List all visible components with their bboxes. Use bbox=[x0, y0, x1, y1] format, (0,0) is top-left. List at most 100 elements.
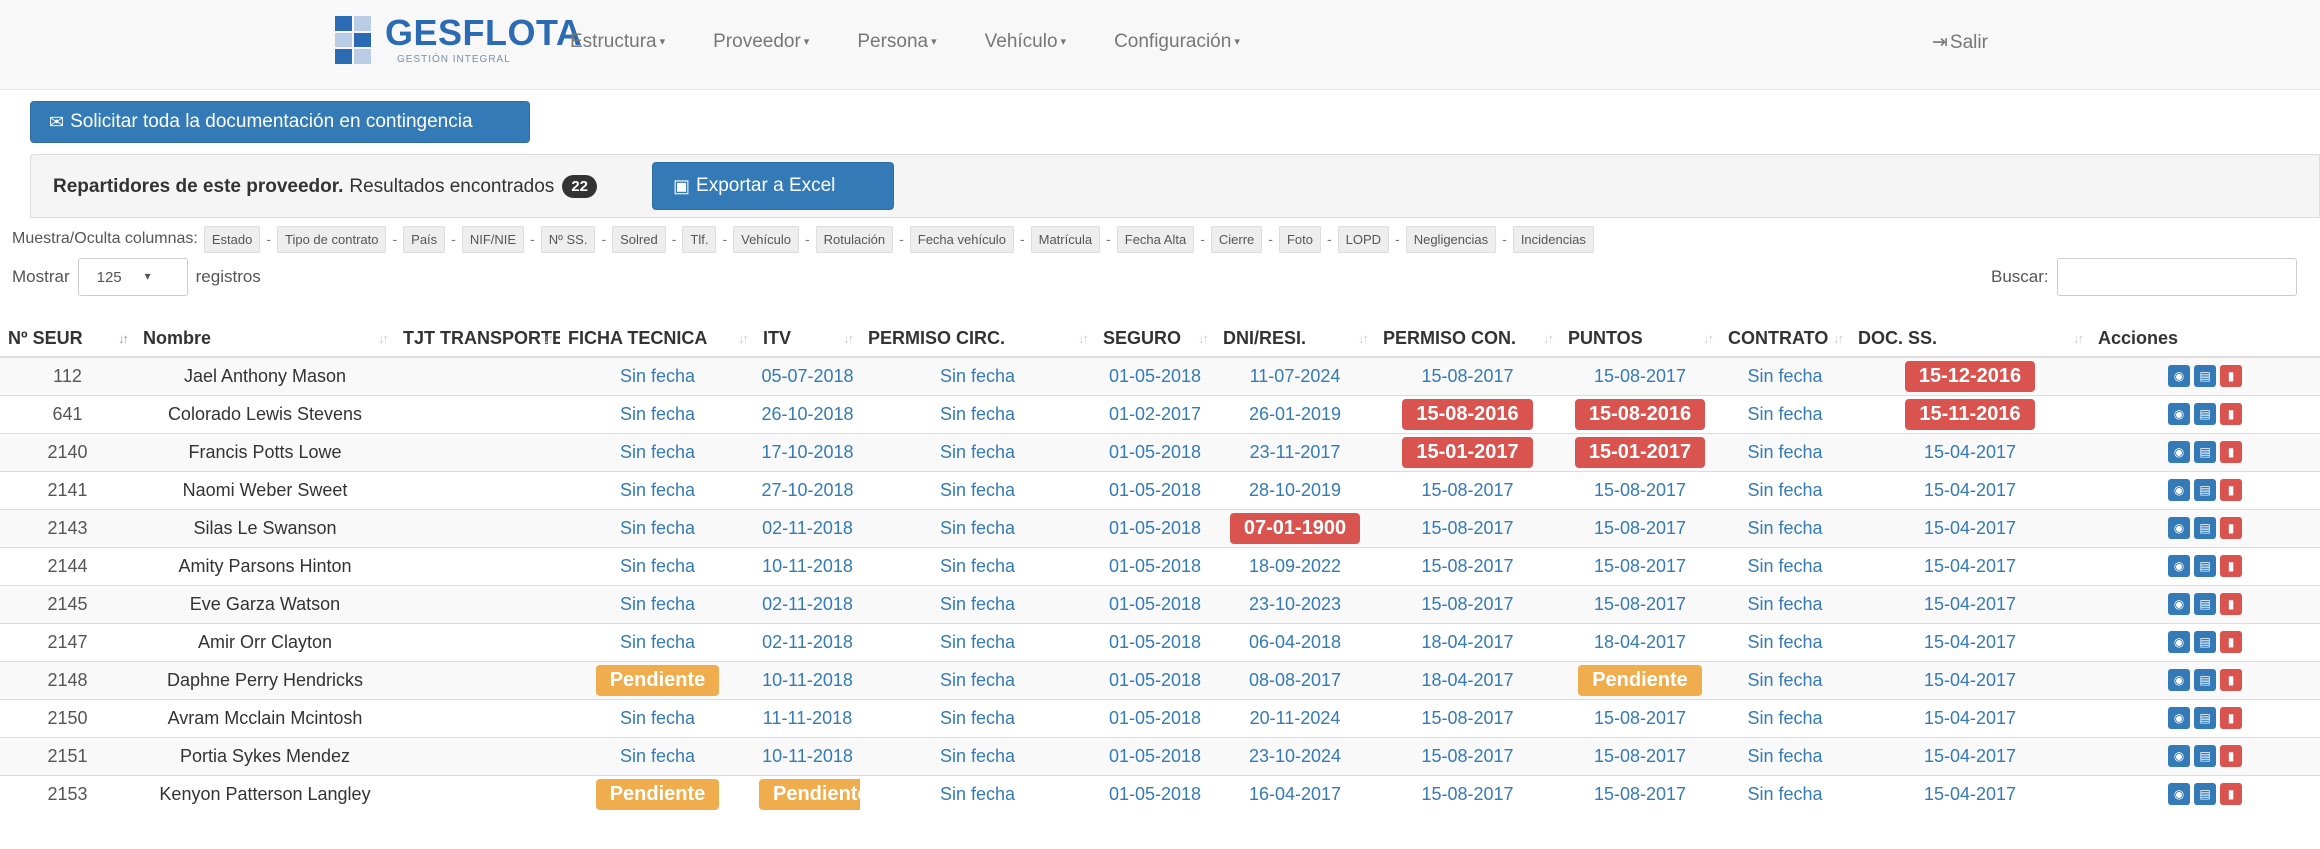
column-toggle-lopd[interactable]: LOPD bbox=[1337, 225, 1390, 253]
export-excel-button[interactable]: ▣ Exportar a Excel bbox=[652, 162, 894, 210]
document-action-button[interactable]: ▤ bbox=[2194, 707, 2216, 729]
col-header[interactable]: Acciones bbox=[2090, 321, 2320, 358]
column-toggle-tlf[interactable]: Tlf. bbox=[682, 225, 717, 253]
document-action-button[interactable]: ▤ bbox=[2194, 403, 2216, 425]
col-header-label: CONTRATO bbox=[1728, 328, 1829, 348]
document-action-button[interactable]: ▤ bbox=[2194, 441, 2216, 463]
eye-action-button[interactable]: ◉ bbox=[2168, 669, 2190, 691]
col-header[interactable]: TJT TRANSPORTES ↓↑ bbox=[395, 321, 560, 358]
table-row: 2141 Naomi Weber Sweet Sin fecha 27-10-2018… bbox=[0, 470, 2320, 509]
col-header[interactable]: ITV ↓↑ bbox=[755, 321, 860, 358]
trash-action-button[interactable]: ▮ bbox=[2220, 669, 2242, 691]
cell-tjt bbox=[395, 356, 560, 395]
document-action-button[interactable]: ▤ bbox=[2194, 783, 2216, 806]
trash-action-button[interactable]: ▮ bbox=[2220, 631, 2242, 653]
col-header[interactable]: PERMISO CON. ↓↑ bbox=[1375, 321, 1560, 358]
col-header-label: TJT TRANSPORTES bbox=[403, 328, 560, 348]
table-row: 2153 Kenyon Patterson Langley Pendiente Pen… bbox=[0, 774, 2320, 813]
gesflota-logo-icon bbox=[335, 16, 371, 64]
column-toggle-negligencias[interactable]: Negligencias bbox=[1405, 225, 1497, 253]
eye-action-button[interactable]: ◉ bbox=[2168, 707, 2190, 729]
column-toggle-matr-cula[interactable]: Matrícula bbox=[1030, 225, 1101, 253]
table-row: 2151 Portia Sykes Mendez Sin fecha 10-11-20… bbox=[0, 736, 2320, 775]
cell-tjt bbox=[395, 622, 560, 661]
document-action-button[interactable]: ▤ bbox=[2194, 631, 2216, 653]
cell-docss: 15-04-2017 bbox=[1850, 622, 2090, 661]
trash-action-button[interactable]: ▮ bbox=[2220, 593, 2242, 615]
col-header[interactable]: Nº SEUR ↓↑ bbox=[0, 321, 135, 358]
cell-pcon: 15-08-2017 bbox=[1375, 470, 1560, 509]
eye-action-button[interactable]: ◉ bbox=[2168, 555, 2190, 577]
col-header[interactable]: FICHA TECNICA ↓↑ bbox=[560, 321, 755, 358]
trash-action-button[interactable]: ▮ bbox=[2220, 707, 2242, 729]
column-toggle-veh-culo[interactable]: Vehículo bbox=[733, 225, 799, 253]
column-visibility-toggles: Muestra/Oculta columnas: Estado - Tipo de … bbox=[12, 224, 1596, 254]
cell-contrato: Sin fecha bbox=[1720, 508, 1850, 547]
logout-link[interactable]: ⇥ Salir bbox=[1932, 31, 1988, 54]
col-header-label: FICHA TECNICA bbox=[568, 328, 708, 348]
eye-action-button[interactable]: ◉ bbox=[2168, 593, 2190, 615]
request-contingency-docs-button[interactable]: ✉ Solicitar toda la documentación en con… bbox=[30, 101, 530, 143]
eye-action-button[interactable]: ◉ bbox=[2168, 783, 2190, 806]
document-action-button[interactable]: ▤ bbox=[2194, 365, 2216, 388]
cell-contrato: Sin fecha bbox=[1720, 546, 1850, 585]
expired-label: 15-01-2017 bbox=[1402, 436, 1533, 468]
column-toggle-cierre[interactable]: Cierre bbox=[1210, 225, 1263, 253]
col-header[interactable]: Nombre ↓↑ bbox=[135, 321, 395, 358]
column-toggle-estado[interactable]: Estado bbox=[203, 225, 261, 253]
column-toggle-rotulaci-n[interactable]: Rotulación bbox=[815, 225, 894, 253]
column-toggle-solred[interactable]: Solred bbox=[612, 225, 666, 253]
cell-seguro: 01-05-2018 bbox=[1095, 470, 1215, 509]
trash-action-button[interactable]: ▮ bbox=[2220, 441, 2242, 463]
trash-action-button[interactable]: ▮ bbox=[2220, 745, 2242, 767]
cell-ficha: Sin fecha bbox=[560, 584, 755, 623]
trash-action-button[interactable]: ▮ bbox=[2220, 403, 2242, 425]
col-header[interactable]: CONTRATO ↓↑ bbox=[1720, 321, 1850, 358]
cell-puntos: 15-08-2017 bbox=[1560, 508, 1720, 547]
search-input[interactable] bbox=[2056, 258, 2297, 296]
menu-estructura[interactable]: Estructura ▾ bbox=[570, 31, 665, 53]
col-header[interactable]: SEGURO ↓↑ bbox=[1095, 321, 1215, 358]
caret-down-icon: ▾ bbox=[931, 36, 937, 49]
col-header[interactable]: DNI/RESI. ↓↑ bbox=[1215, 321, 1375, 358]
menu-configuracion[interactable]: Configuración ▾ bbox=[1114, 31, 1240, 53]
document-action-button[interactable]: ▤ bbox=[2194, 479, 2216, 501]
panel-title-rest: Resultados encontrados bbox=[349, 175, 555, 197]
eye-action-button[interactable]: ◉ bbox=[2168, 631, 2190, 653]
trash-action-button[interactable]: ▮ bbox=[2220, 783, 2242, 806]
brand-logo-link[interactable]: GESFLOTA GESTIÓN INTEGRAL bbox=[335, 10, 582, 70]
page-length-select[interactable]: 125 ▾ bbox=[77, 258, 188, 296]
trash-action-button[interactable]: ▮ bbox=[2220, 517, 2242, 539]
column-toggle-nif-nie[interactable]: NIF/NIE bbox=[461, 225, 525, 253]
menu-proveedor[interactable]: Proveedor ▾ bbox=[713, 31, 809, 53]
cell-ficha: Sin fecha bbox=[560, 356, 755, 395]
menu-vehiculo[interactable]: Vehículo ▾ bbox=[985, 31, 1066, 53]
cell-actions: ◉ ▤ ▮ bbox=[2090, 356, 2320, 395]
eye-action-button[interactable]: ◉ bbox=[2168, 441, 2190, 463]
menu-persona[interactable]: Persona ▾ bbox=[857, 31, 936, 53]
cell-seur: 2140 bbox=[0, 432, 135, 471]
eye-action-button[interactable]: ◉ bbox=[2168, 365, 2190, 388]
column-toggle-incidencias[interactable]: Incidencias bbox=[1512, 225, 1594, 253]
document-action-button[interactable]: ▤ bbox=[2194, 517, 2216, 539]
trash-action-button[interactable]: ▮ bbox=[2220, 365, 2242, 388]
col-header[interactable]: PERMISO CIRC. ↓↑ bbox=[860, 321, 1095, 358]
column-toggle-fecha-alta[interactable]: Fecha Alta bbox=[1116, 225, 1195, 253]
column-toggle-foto[interactable]: Foto bbox=[1278, 225, 1321, 253]
eye-action-button[interactable]: ◉ bbox=[2168, 517, 2190, 539]
eye-action-button[interactable]: ◉ bbox=[2168, 745, 2190, 767]
document-action-button[interactable]: ▤ bbox=[2194, 593, 2216, 615]
column-toggle-tipo-de-contrato[interactable]: Tipo de contrato bbox=[277, 225, 387, 253]
document-action-button[interactable]: ▤ bbox=[2194, 745, 2216, 767]
col-header[interactable]: DOC. SS. ↓↑ bbox=[1850, 321, 2090, 358]
trash-action-button[interactable]: ▮ bbox=[2220, 479, 2242, 501]
column-toggle-pa-s[interactable]: País bbox=[403, 225, 446, 253]
eye-action-button[interactable]: ◉ bbox=[2168, 479, 2190, 501]
col-header[interactable]: PUNTOS ↓↑ bbox=[1560, 321, 1720, 358]
trash-action-button[interactable]: ▮ bbox=[2220, 555, 2242, 577]
eye-action-button[interactable]: ◉ bbox=[2168, 403, 2190, 425]
document-action-button[interactable]: ▤ bbox=[2194, 669, 2216, 691]
column-toggle-fecha-veh-culo[interactable]: Fecha vehículo bbox=[909, 225, 1014, 253]
column-toggle-n-ss[interactable]: Nº SS. bbox=[540, 225, 596, 253]
document-action-button[interactable]: ▤ bbox=[2194, 555, 2216, 577]
